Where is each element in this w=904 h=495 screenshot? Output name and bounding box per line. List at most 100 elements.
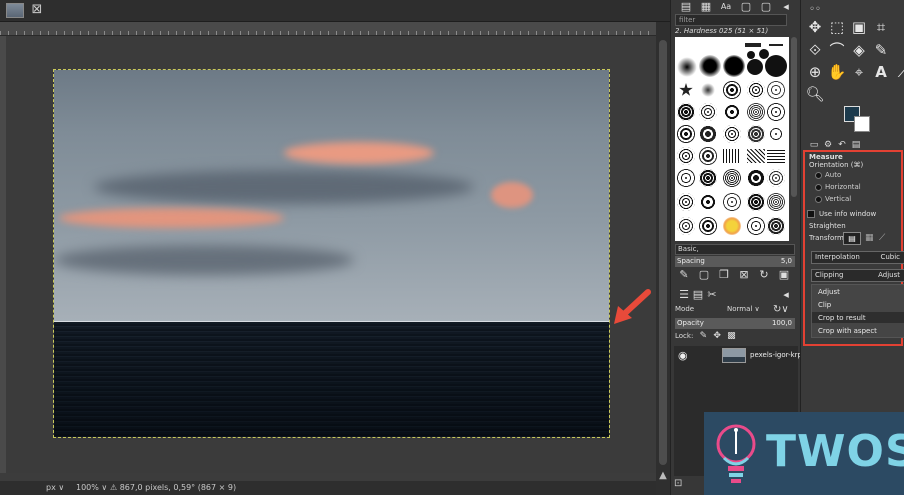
paths-tool-icon[interactable]: ⌖ bbox=[849, 62, 869, 82]
scrollbar-thumb[interactable] bbox=[659, 40, 667, 465]
mode-label: Mode bbox=[675, 305, 695, 313]
dropdown-item-clip[interactable]: Clip bbox=[818, 301, 831, 309]
twos-logo: TWOS bbox=[704, 412, 904, 495]
lock-label: Lock: bbox=[675, 332, 694, 340]
navigate-icon[interactable]: ▲ bbox=[657, 470, 669, 482]
visibility-eye-icon[interactable]: ◉ bbox=[678, 349, 688, 362]
reset-mode-icon[interactable]: ↻∨ bbox=[773, 304, 789, 315]
orientation-vertical-label: Vertical bbox=[825, 195, 852, 203]
image-tab-strip: ⊠ bbox=[0, 0, 670, 22]
new-brush-icon[interactable]: ▢ bbox=[695, 268, 713, 282]
layers-tabs: ☰ ▤ ✂ ◂ bbox=[675, 288, 795, 302]
transform-layer-button[interactable]: ▤ bbox=[843, 232, 861, 245]
lightbulb-icon bbox=[716, 424, 756, 483]
red-arrow-annotation bbox=[614, 289, 651, 324]
info-window-label: Use info window bbox=[819, 210, 877, 218]
dropdown-item-crop-to-result[interactable]: Crop to result bbox=[818, 314, 866, 322]
menu-icon[interactable]: ◂ bbox=[777, 0, 795, 14]
close-icon[interactable]: ⊠ bbox=[30, 3, 44, 17]
clipping-select[interactable]: Clipping Adjust bbox=[811, 269, 904, 282]
dropdown-item-adjust[interactable]: Adjust bbox=[818, 288, 840, 296]
interpolation-label: Interpolation bbox=[815, 253, 860, 261]
rect-select-tool-icon[interactable]: ⬚ bbox=[827, 17, 847, 37]
brush-actions-bar: ✎ ▢ ❐ ⊠ ↻ ▣ bbox=[675, 268, 795, 282]
spacing-value: 5,0 bbox=[780, 257, 792, 265]
orientation-auto-radio[interactable] bbox=[815, 172, 822, 179]
zoom-select[interactable]: 100% ∨ bbox=[76, 483, 107, 492]
lock-row: Lock: ✎ ✥ ▩ bbox=[675, 331, 736, 341]
transform-tool-icon[interactable]: ⟐ bbox=[805, 40, 825, 60]
font-tab-icon[interactable]: Aa bbox=[717, 0, 735, 14]
photo-sky bbox=[54, 70, 609, 322]
paintbrush-tool-icon[interactable]: ✎ bbox=[871, 40, 891, 60]
move-tool-icon[interactable]: ✥ bbox=[805, 17, 825, 37]
spacing-slider[interactable]: Spacing 5,0 bbox=[675, 256, 795, 267]
delete-brush-icon[interactable]: ⊠ bbox=[735, 268, 753, 282]
pattern-tab-icon[interactable]: ▦ bbox=[697, 0, 715, 14]
orientation-vertical-radio[interactable] bbox=[815, 196, 822, 203]
free-select-tool-icon[interactable]: ▣ bbox=[849, 17, 869, 37]
info-window-checkbox[interactable] bbox=[807, 210, 815, 218]
horizontal-ruler bbox=[0, 22, 656, 36]
unit-select[interactable]: px ∨ bbox=[46, 483, 64, 492]
text-tool-icon[interactable]: A bbox=[871, 62, 891, 82]
clipping-dropdown-menu: Adjust Clip Crop to result Crop with asp… bbox=[811, 284, 904, 338]
orientation-label: Orientation (⌘) bbox=[809, 161, 864, 169]
status-bar: px ∨ 100% ∨ ⚠ 867,0 pixels, 0,59° (867 ×… bbox=[0, 481, 656, 495]
panel-title: Measure bbox=[809, 153, 843, 161]
bucket-fill-tool-icon[interactable]: ◈ bbox=[849, 40, 869, 60]
interpolation-value: Cubic bbox=[880, 253, 900, 261]
brush-grid[interactable] bbox=[675, 37, 789, 241]
tool-options-tabs: ▭ ⚙ ↶ ▤ bbox=[805, 138, 865, 150]
measure-status-text: ⚠ 867,0 pixels, 0,59° (867 × 9) bbox=[110, 483, 237, 492]
open-as-image-icon[interactable]: ▣ bbox=[775, 268, 793, 282]
brush-tab-icon[interactable]: ▤ bbox=[677, 0, 695, 14]
edit-brush-icon[interactable]: ✎ bbox=[675, 268, 693, 282]
opacity-slider[interactable]: Opacity 100,0 bbox=[675, 318, 795, 329]
brush-scrollbar[interactable] bbox=[791, 37, 797, 197]
lock-position-icon[interactable]: ✥ bbox=[713, 331, 721, 341]
image-canvas[interactable] bbox=[53, 69, 610, 438]
brush-filter-input[interactable]: filter bbox=[675, 14, 787, 26]
zoom-tool-icon[interactable]: 🔍︎ bbox=[805, 84, 825, 104]
orientation-horizontal-radio[interactable] bbox=[815, 184, 822, 191]
transform-label: Transform bbox=[809, 234, 844, 242]
mode-select[interactable]: Normal ∨ bbox=[727, 305, 767, 313]
document-tab-icon[interactable]: ▢ bbox=[737, 0, 755, 14]
opacity-value: 100,0 bbox=[771, 319, 792, 327]
new-layer-icon[interactable]: ⊡ bbox=[674, 478, 682, 489]
layer-thumbnail bbox=[722, 348, 746, 363]
transform-path-icon[interactable]: ⟋ bbox=[879, 233, 885, 243]
clipping-value: Adjust bbox=[878, 271, 900, 279]
layer-name: pexels-igor-krpc bbox=[750, 351, 806, 359]
straighten-label: Straighten bbox=[809, 222, 846, 230]
clipping-label: Clipping bbox=[815, 271, 844, 279]
transform-selection-icon[interactable]: ▦ bbox=[865, 233, 874, 243]
measure-line bbox=[54, 321, 609, 322]
brush-set-select[interactable]: Basic, bbox=[675, 244, 795, 255]
background-color-swatch[interactable] bbox=[854, 116, 870, 132]
interpolation-select[interactable]: Interpolation Cubic bbox=[811, 251, 904, 264]
image-tab-thumbnail[interactable] bbox=[6, 3, 24, 18]
document-tab-icon[interactable]: ▢ bbox=[757, 0, 775, 14]
paths-tab-icon[interactable]: ✂ bbox=[703, 288, 721, 302]
photo-sea bbox=[54, 322, 609, 437]
smudge-tool-icon[interactable]: ✋ bbox=[827, 62, 847, 82]
crop-tool-icon[interactable]: ⌗ bbox=[871, 17, 891, 37]
refresh-icon[interactable]: ↻ bbox=[755, 268, 773, 282]
lock-alpha-icon[interactable]: ▩ bbox=[727, 331, 736, 341]
layer-mode-row: Mode Normal ∨ ↻∨ bbox=[675, 304, 795, 316]
warp-tool-icon[interactable]: ⌒ bbox=[827, 40, 847, 60]
lock-pixels-icon[interactable]: ✎ bbox=[700, 331, 708, 341]
duplicate-brush-icon[interactable]: ❐ bbox=[715, 268, 733, 282]
clone-tool-icon[interactable]: ⊕ bbox=[805, 62, 825, 82]
menu-icon[interactable]: ◂ bbox=[777, 288, 795, 302]
logo-text: TWOS bbox=[766, 426, 904, 477]
brush-name-label: 2. Hardness 025 (51 × 51) bbox=[675, 27, 769, 35]
orientation-auto-label: Auto bbox=[825, 171, 842, 179]
layer-row[interactable]: ◉ pexels-igor-krpc bbox=[674, 346, 806, 366]
color-picker-tool-icon[interactable]: ⟋ bbox=[893, 62, 904, 82]
measure-tool-options: Measure Orientation (⌘) Auto Horizontal … bbox=[803, 150, 904, 346]
dropdown-item-crop-with-aspect[interactable]: Crop with aspect bbox=[818, 327, 877, 335]
orientation-horizontal-label: Horizontal bbox=[825, 183, 861, 191]
